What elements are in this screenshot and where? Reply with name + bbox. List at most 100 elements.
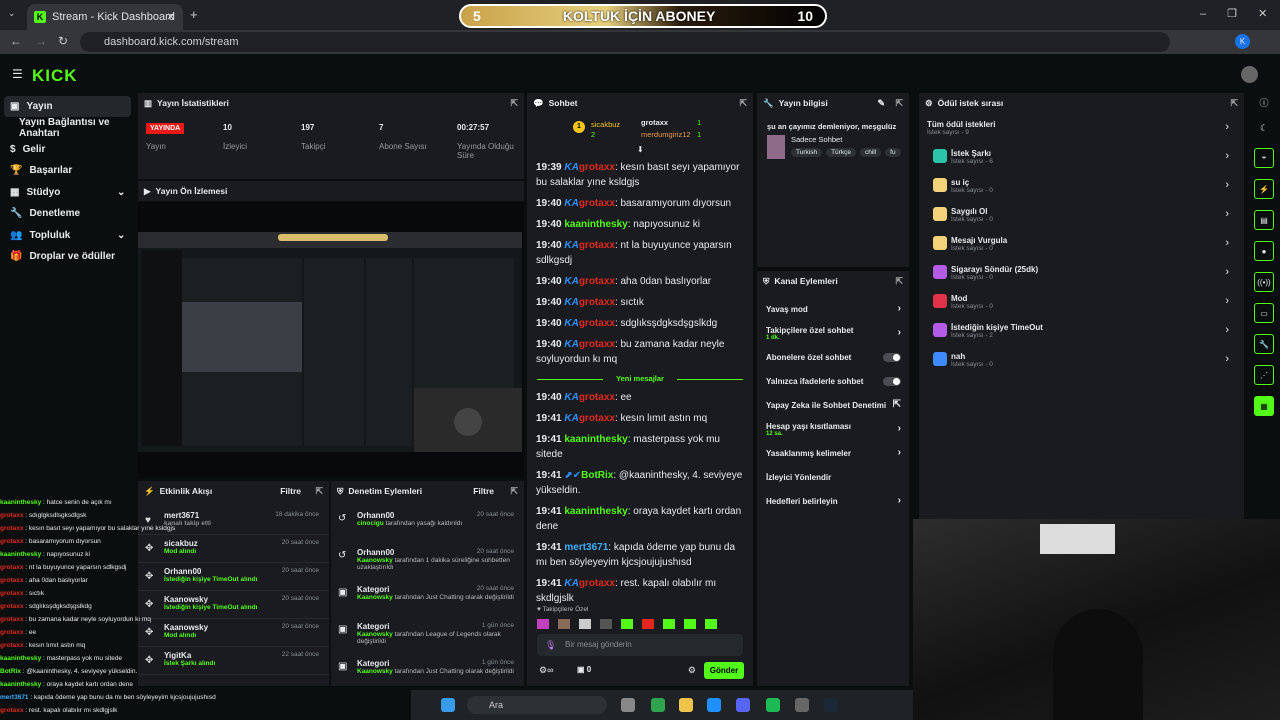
chat-username[interactable]: grotaxx — [579, 339, 615, 350]
chat-message[interactable]: 19:41 kaaninthesky: masterpass yok mu si… — [527, 429, 753, 465]
popout-icon[interactable]: ⇱ — [895, 98, 903, 109]
explorer-icon[interactable] — [679, 698, 693, 712]
url-input[interactable]: dashboard.kick.com/stream — [80, 32, 1170, 52]
taskbar-search[interactable]: Ara — [467, 696, 607, 714]
chat-username[interactable]: grotaxx — [579, 162, 615, 173]
card-icon[interactable]: ▭ — [1254, 303, 1274, 323]
chat-bubble-icon[interactable]: ● — [1254, 241, 1274, 261]
target-icon[interactable]: ⌖ — [1254, 148, 1274, 168]
chat-username[interactable]: grotaxx — [579, 198, 615, 209]
chat-message[interactable]: 19:40 KAgrotaxx: sdglıksşdgksdşgslkdg — [527, 313, 753, 334]
chat-username[interactable]: grotaxx — [579, 392, 615, 403]
chat-message[interactable]: 19:41 KAgrotaxx: rest. kapalı olabılır m… — [527, 573, 753, 609]
reload-icon[interactable]: ↻ — [58, 34, 68, 48]
tag-chip[interactable]: Turkish — [791, 148, 823, 157]
pin-icon[interactable]: ⬇ — [637, 145, 644, 154]
sidebar-item[interactable]: 🔧 Denetleme — [0, 203, 137, 224]
bolt-icon[interactable]: ⚡ — [1254, 179, 1274, 199]
stream-preview[interactable] — [138, 202, 524, 478]
channel-action[interactable]: İzleyici Yönlendir — [757, 465, 909, 489]
sidebar-item[interactable]: 🎁 Droplar ve ödüller — [0, 246, 137, 267]
popout-icon[interactable]: ⇱ — [1230, 98, 1238, 109]
channel-action[interactable]: Yalnızca ifadelerle sohbet — [757, 369, 909, 393]
reward-row[interactable]: su iç İstek sayısı - 0 › — [919, 171, 1244, 200]
chat-message[interactable]: 19:41 ⬈✔BotRix: @kaaninthesky, 4. seviye… — [527, 465, 753, 501]
settings-icon[interactable]: ⚙ — [688, 665, 696, 676]
popout-icon[interactable]: ⇱ — [315, 486, 323, 497]
reward-row[interactable]: Mod İstek sayısı - 0 › — [919, 287, 1244, 316]
chat-message[interactable]: 19:40 KAgrotaxx: nt la buyuyunce yaparsı… — [527, 235, 753, 271]
reward-row[interactable]: Mesajı Vurgula İstek sayısı - 0 › — [919, 229, 1244, 258]
edit-icon[interactable]: ✎ — [877, 98, 885, 109]
channel-points-icon[interactable]: ⚙∞ — [539, 665, 553, 676]
tool-icon[interactable]: 🔧 — [1254, 334, 1274, 354]
chat-username[interactable]: grotaxx — [579, 297, 615, 308]
popout-icon[interactable]: ⇱ — [895, 276, 903, 287]
reward-row[interactable]: nah İstek sayısı - 0 › — [919, 345, 1244, 374]
new-tab-icon[interactable]: + — [190, 7, 198, 22]
profile-avatar[interactable]: K — [1235, 34, 1250, 49]
chrome-icon[interactable] — [651, 698, 665, 712]
channel-action[interactable]: Yavaş mod › — [757, 297, 909, 321]
chat-message[interactable]: 19:41 KAgrotaxx: kesın lımıt astın mq — [527, 408, 753, 429]
back-icon[interactable]: ← — [10, 34, 22, 48]
broadcast-icon[interactable]: ((•)) — [1254, 272, 1274, 292]
window-controls[interactable]: – ❐ ✕ — [1200, 7, 1267, 20]
share-icon[interactable]: ⋰ — [1254, 365, 1274, 385]
chat-username[interactable]: grotaxx — [579, 413, 615, 424]
moderation-item[interactable]: ▣ Kategori Kaanowsky tarafından Just Chatt… — [331, 655, 524, 686]
sidebar-item[interactable]: Yayın Bağlantısı ve Anahtarı — [0, 117, 137, 139]
toggle-switch[interactable] — [883, 353, 901, 362]
chat-username[interactable]: mert3671 — [564, 542, 608, 553]
chat-username[interactable]: grotaxx — [579, 240, 615, 251]
menu-icon[interactable]: ☰ — [12, 67, 23, 81]
chat-username[interactable]: kaaninthesky — [564, 506, 627, 517]
chat-message[interactable]: 19:41 mert3671: kapıda ödeme yap bunu da… — [527, 537, 753, 573]
reward-row[interactable]: İstek Şarkı İstek sayısı - 6 › — [919, 142, 1244, 171]
popout-icon[interactable]: ⇱ — [739, 98, 747, 109]
task-view-icon[interactable] — [621, 698, 635, 712]
channel-action[interactable]: Hesap yaşı kısıtlaması 12 sa. › — [757, 417, 909, 441]
tag-chip[interactable]: chill — [859, 148, 882, 157]
moderation-item[interactable]: ▣ Kategori Kaanowsky tarafından League of … — [331, 618, 524, 655]
info-icon[interactable]: ⓘ — [1250, 96, 1278, 109]
chat-message[interactable]: 19:40 KAgrotaxx: ee — [527, 387, 753, 408]
spotify-icon[interactable] — [766, 698, 780, 712]
tag-chip[interactable]: fu — [885, 148, 901, 157]
tag-chip[interactable]: Türkçe — [826, 148, 856, 157]
chat-username[interactable]: kaaninthesky — [564, 434, 627, 445]
toggle-switch[interactable] — [883, 377, 901, 386]
note-icon[interactable]: ▤ — [1254, 210, 1274, 230]
chat-message[interactable]: 19:41 kaaninthesky: oraya kaydet kartı o… — [527, 501, 753, 537]
channel-action[interactable]: Hedefleri belirleyin › — [757, 489, 909, 513]
chat-username[interactable]: grotaxx — [579, 276, 615, 287]
sidebar-item[interactable]: 👥 Topluluk ⌄ — [0, 225, 137, 246]
reward-row[interactable]: Saygılı Ol İstek sayısı - 0 › — [919, 200, 1244, 229]
popout-icon[interactable]: ⇱ — [510, 486, 518, 497]
sidebar-item[interactable]: ▣ Yayın — [4, 96, 131, 117]
channel-action[interactable]: Yasaklanmış kelimeler › — [757, 441, 909, 465]
moderation-filter-button[interactable]: Filtre — [473, 486, 494, 496]
browser-tab[interactable]: K Stream - Kick Dashboard ✕ — [27, 4, 183, 30]
chat-username[interactable]: grotaxx — [579, 318, 615, 329]
chat-message[interactable]: 19:40 KAgrotaxx: sıctık — [527, 292, 753, 313]
chat-input[interactable]: Bir mesaj gönderin — [537, 634, 743, 656]
reward-row[interactable]: İstediğin kişiye TimeOut İstek sayısı - 2… — [919, 316, 1244, 345]
discord-icon[interactable] — [736, 698, 750, 712]
chat-username[interactable]: kaaninthesky — [564, 219, 627, 230]
sidebar-item[interactable]: ▦ Stüdyo ⌄ — [0, 182, 137, 203]
windows-start-icon[interactable] — [441, 698, 455, 712]
chat-username[interactable]: BotRix — [581, 470, 613, 481]
user-avatar[interactable] — [1241, 66, 1258, 83]
channel-action[interactable]: Abonelere özel sohbet — [757, 345, 909, 369]
emote-row[interactable] — [537, 619, 743, 631]
chat-message[interactable]: 19:39 KAgrotaxx: kesın basıt seyı yapamı… — [527, 157, 753, 193]
reward-row[interactable]: Sigarayı Söndür (25dk) İstek sayısı - 0 › — [919, 258, 1244, 287]
moon-icon[interactable]: ☾ — [1250, 123, 1278, 134]
forward-icon[interactable]: → — [35, 34, 47, 48]
app-icon[interactable] — [795, 698, 809, 712]
moderation-item[interactable]: ↺ Orhann00 cinocigu tarafından yasağı kald… — [331, 507, 524, 544]
kick-logo[interactable]: KICK — [32, 66, 78, 86]
close-tab-icon[interactable]: ✕ — [167, 12, 175, 23]
mic-icon[interactable]: 🎙 — [545, 640, 556, 651]
